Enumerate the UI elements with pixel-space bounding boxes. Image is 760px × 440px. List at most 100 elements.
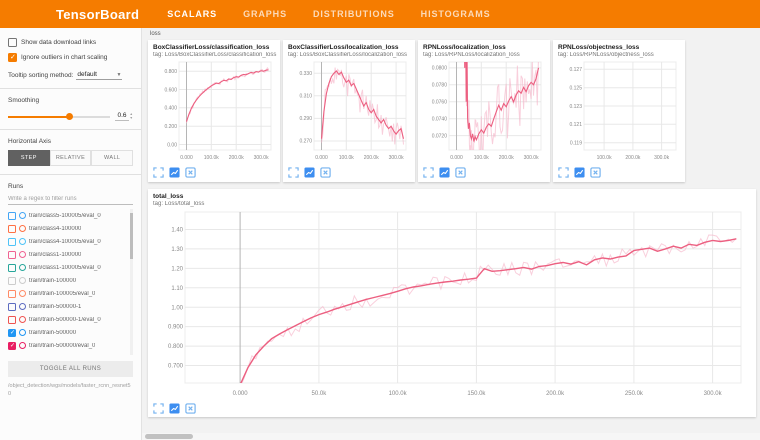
run-list: train/class5-100005/eval_0 train/class4-1… [8, 209, 133, 355]
runs-scrollbar-thumb[interactable] [130, 213, 133, 259]
fit-domain-icon[interactable] [185, 403, 196, 414]
chart-plot[interactable]: 0.8000.6000.4000.2000.000.000100.0k200.0… [153, 59, 278, 165]
chart-actions [153, 403, 754, 414]
chart-plot[interactable]: 0.3300.3100.2900.2700.000100.0k200.0k300… [288, 59, 413, 165]
log-scale-icon[interactable] [439, 167, 450, 178]
spinner-icons[interactable]: ▲▼ [130, 113, 133, 120]
smoothing-slider-thumb[interactable] [66, 113, 73, 120]
run-row[interactable]: train/train-500000-1/eval_0 [8, 313, 133, 326]
run-row[interactable]: train/class1-100005/eval_0 [8, 261, 133, 274]
axis-button-relative[interactable]: RELATIVE [50, 150, 92, 166]
svg-text:100.0k: 100.0k [389, 391, 408, 396]
expand-icon[interactable] [558, 167, 569, 178]
axis-button-wall[interactable]: WALL [91, 150, 133, 166]
fit-domain-icon[interactable] [320, 167, 331, 178]
run-checkbox[interactable] [8, 277, 16, 285]
svg-text:300.0k: 300.0k [654, 155, 670, 160]
run-name: train/train-500000 [29, 330, 76, 336]
run-row[interactable]: train/train-500000/eval_0 [8, 339, 133, 352]
svg-text:1.40: 1.40 [171, 228, 183, 234]
run-color-swatch[interactable] [19, 342, 26, 349]
run-checkbox[interactable] [8, 316, 16, 324]
chart-card: RPNLoss/objectness_loss tag: Loss/RPNLos… [553, 40, 685, 182]
log-scale-icon[interactable] [304, 167, 315, 178]
horizontal-axis-label: Horizontal Axis [8, 138, 133, 145]
tab-histograms[interactable]: HISTOGRAMS [421, 9, 491, 19]
run-checkbox[interactable] [8, 225, 16, 233]
run-checkbox[interactable] [8, 342, 16, 350]
run-row[interactable]: train/class4-100005/eval_0 [8, 235, 133, 248]
smoothing-slider[interactable] [8, 116, 110, 118]
spinner-down-icon[interactable]: ▼ [130, 117, 133, 121]
chart-plot[interactable]: 1.401.301.201.101.000.9000.8000.7000.000… [153, 208, 754, 401]
svg-text:100.0k: 100.0k [474, 155, 490, 160]
runs-label: Runs [8, 183, 133, 190]
run-checkbox[interactable] [8, 329, 16, 337]
large-chart-slot: total_loss tag: Loss/total_loss 1.401.30… [148, 189, 760, 417]
category-label-loss[interactable]: loss [150, 31, 760, 37]
run-row[interactable]: train/train-500000 [8, 326, 133, 339]
run-name: train/class4-100000 [29, 226, 81, 232]
log-scale-icon[interactable] [169, 403, 180, 414]
svg-text:0.900: 0.900 [168, 325, 184, 331]
run-color-swatch[interactable] [19, 290, 26, 297]
charts-row: BoxClassifierLoss/classification_loss ta… [148, 40, 760, 182]
sidebar-checkboxes: Show data download links Ignore outliers … [8, 38, 133, 62]
run-color-swatch[interactable] [19, 251, 26, 258]
expand-icon[interactable] [153, 403, 164, 414]
run-checkbox[interactable] [8, 238, 16, 246]
run-row[interactable]: train/class5-100005/eval_0 [8, 209, 133, 222]
checkbox[interactable] [8, 53, 17, 62]
tab-scalars[interactable]: SCALARS [167, 9, 217, 19]
run-row[interactable]: train/train-100005/eval_0 [8, 287, 133, 300]
expand-icon[interactable] [153, 167, 164, 178]
chart-actions [288, 167, 413, 178]
run-color-swatch[interactable] [19, 329, 26, 336]
smoothing-value[interactable]: 0.6 [115, 112, 128, 121]
run-color-swatch[interactable] [19, 264, 26, 271]
expand-icon[interactable] [423, 167, 434, 178]
run-row[interactable]: train/class4-100000 [8, 222, 133, 235]
svg-text:0.800: 0.800 [168, 344, 184, 350]
fit-domain-icon[interactable] [455, 167, 466, 178]
runs-filter-input[interactable] [8, 193, 133, 205]
checkbox-row[interactable]: Ignore outliers in chart scaling [8, 53, 133, 62]
run-row[interactable]: train/train-500000-1 [8, 300, 133, 313]
checkbox[interactable] [8, 38, 17, 47]
run-row[interactable]: train/class1-100000 [8, 248, 133, 261]
log-scale-icon[interactable] [574, 167, 585, 178]
run-checkbox[interactable] [8, 212, 16, 220]
run-color-swatch[interactable] [19, 238, 26, 245]
run-color-swatch[interactable] [19, 212, 26, 219]
run-name: train/train-500000-1 [29, 304, 81, 310]
chart-plot[interactable]: 0.08000.07800.07600.07400.07200.000100.0… [423, 59, 548, 165]
runs-scrollbar[interactable] [130, 209, 133, 355]
tab-graphs[interactable]: GRAPHS [243, 9, 287, 19]
horizontal-scrollbar-thumb[interactable] [145, 434, 193, 439]
run-checkbox[interactable] [8, 264, 16, 272]
tooltip-sorting-select[interactable]: default ▼ [76, 70, 122, 80]
toggle-all-runs-button[interactable]: TOGGLE ALL RUNS [8, 361, 133, 377]
axis-button-step[interactable]: STEP [8, 150, 50, 166]
fit-domain-icon[interactable] [185, 167, 196, 178]
tab-distributions[interactable]: DISTRIBUTIONS [313, 9, 395, 19]
svg-text:0.125: 0.125 [569, 85, 582, 91]
run-row[interactable]: train/train-100000 [8, 274, 133, 287]
checkbox-row[interactable]: Show data download links [8, 38, 133, 47]
logdir-path: /object_detection/wgs/models/faster_rcnn… [8, 382, 133, 399]
run-checkbox[interactable] [8, 303, 16, 311]
chart-plot[interactable]: 0.1270.1250.1230.1210.119100.0k200.0k300… [558, 59, 683, 165]
run-color-swatch[interactable] [19, 225, 26, 232]
run-color-swatch[interactable] [19, 316, 26, 323]
run-color-swatch[interactable] [19, 303, 26, 310]
tooltip-sorting-row: Tooltip sorting method: default ▼ [8, 70, 133, 80]
run-checkbox[interactable] [8, 290, 16, 298]
run-color-swatch[interactable] [19, 277, 26, 284]
svg-text:0.000: 0.000 [180, 155, 193, 160]
horizontal-scrollbar[interactable] [142, 433, 760, 440]
log-scale-icon[interactable] [169, 167, 180, 178]
run-checkbox[interactable] [8, 251, 16, 259]
fit-domain-icon[interactable] [590, 167, 601, 178]
svg-text:1.10: 1.10 [171, 286, 183, 292]
expand-icon[interactable] [288, 167, 299, 178]
